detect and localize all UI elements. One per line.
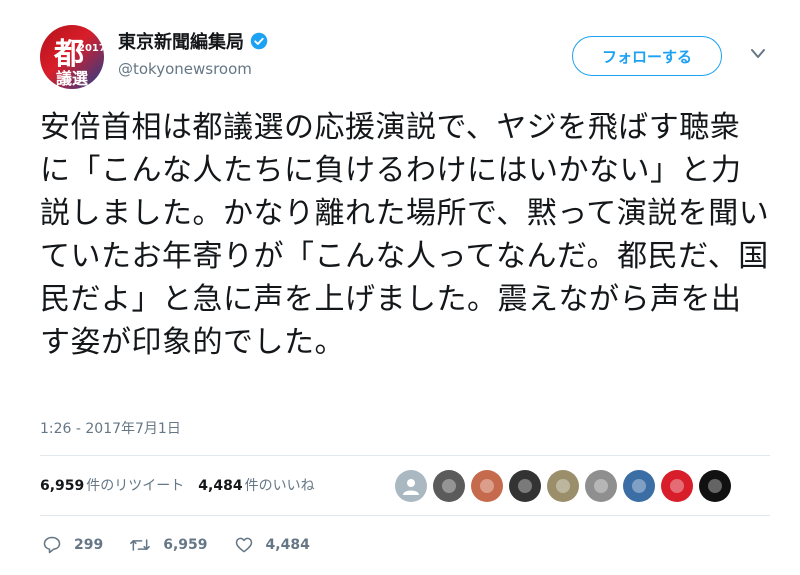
tweet-stats: 6,959 件のリツイート 4,484 件のいいね <box>40 475 315 495</box>
divider <box>40 515 770 516</box>
reply-icon <box>43 536 61 554</box>
chevron-down-icon[interactable] <box>750 48 766 60</box>
liker-avatar[interactable] <box>509 470 541 502</box>
liker-avatar[interactable] <box>395 470 427 502</box>
like-button[interactable]: 4,484 <box>234 535 310 555</box>
photo-avatar-icon <box>518 479 532 493</box>
likes-label: 件のいいね <box>244 478 315 494</box>
liker-avatar[interactable] <box>661 470 693 502</box>
retweet-icon <box>130 539 151 551</box>
photo-avatar-icon <box>708 479 722 493</box>
liker-avatar[interactable] <box>433 470 465 502</box>
liker-avatar[interactable] <box>547 470 579 502</box>
photo-avatar-icon <box>632 479 646 493</box>
avatar-text-year: 2017 <box>78 43 104 54</box>
divider <box>40 455 770 456</box>
photo-avatar-icon <box>556 479 570 493</box>
liker-avatar[interactable] <box>699 470 731 502</box>
reply-count: 299 <box>74 537 104 553</box>
liker-avatars <box>395 470 737 502</box>
author-display-name[interactable]: 東京新聞編集局 <box>118 28 244 54</box>
likes-stat[interactable]: 4,484 件のいいね <box>198 475 314 495</box>
author-handle[interactable]: @tokyonewsroom <box>118 60 252 78</box>
reply-button[interactable]: 299 <box>42 535 103 555</box>
like-count: 4,484 <box>265 537 310 553</box>
follow-button[interactable]: フォローする <box>572 36 722 76</box>
tweet-actions: 299 6,959 4,484 <box>42 535 336 555</box>
avatar-text-small: 議選 <box>56 69 89 88</box>
retweet-button[interactable]: 6,959 <box>129 535 208 555</box>
author-avatar[interactable]: 都 2017 議選 <box>40 25 104 89</box>
photo-avatar-icon <box>442 479 456 493</box>
retweet-count: 6,959 <box>163 537 208 553</box>
liker-avatar[interactable] <box>471 470 503 502</box>
verified-badge-icon <box>250 32 268 50</box>
tweet-text: 安倍首相は都議選の応援演説で、ヤジを飛ばす聴衆に「こんな人たちに負けるわけにはい… <box>40 110 770 360</box>
author-name-row: 東京新聞編集局 <box>118 28 268 54</box>
retweets-count: 6,959 <box>40 478 85 494</box>
liker-avatar[interactable] <box>585 470 617 502</box>
likes-count: 4,484 <box>198 478 243 494</box>
retweets-stat[interactable]: 6,959 件のリツイート <box>40 475 184 495</box>
photo-avatar-icon <box>670 479 684 493</box>
liker-avatar[interactable] <box>623 470 655 502</box>
tweet-timestamp[interactable]: 1:26 - 2017年7月1日 <box>40 418 181 438</box>
heart-icon <box>235 537 252 553</box>
retweets-label: 件のリツイート <box>86 478 185 494</box>
photo-avatar-icon <box>480 479 494 493</box>
photo-avatar-icon <box>594 479 608 493</box>
default-user-icon <box>403 479 419 495</box>
